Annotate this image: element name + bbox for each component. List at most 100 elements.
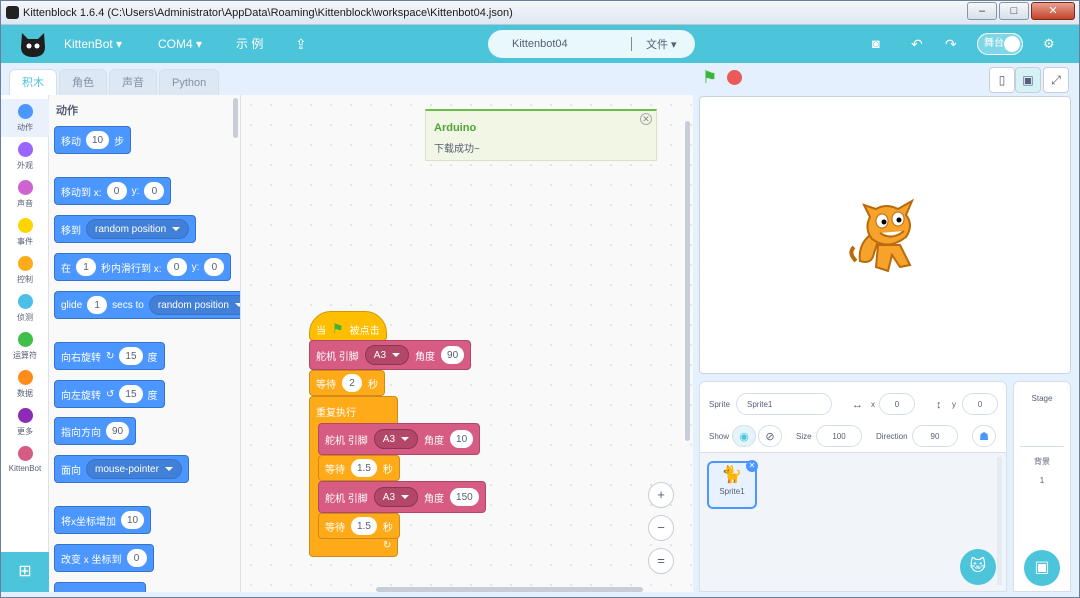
point-towards-block[interactable]: 面向 mouse-pointer <box>54 455 189 483</box>
x-input[interactable]: 0 <box>879 393 915 415</box>
category-4[interactable]: 事件 <box>1 213 49 251</box>
tab-costumes[interactable]: 角色 <box>59 69 107 95</box>
block-input[interactable]: 15 <box>119 385 143 403</box>
turn-left-block[interactable]: 向左旋转 ↺ 15 度 <box>54 380 165 408</box>
hide-visible-icon[interactable]: ⊘ <box>758 425 782 447</box>
category-2[interactable]: 外观 <box>1 137 49 175</box>
delete-sprite-icon[interactable]: ✕ <box>746 460 758 472</box>
goto-xy-block[interactable]: 移动到 x: 0 y: 0 <box>54 177 172 205</box>
category-1[interactable]: 动作 <box>1 99 49 137</box>
stage-toggle[interactable]: 舞台 <box>977 33 1023 55</box>
tab-blocks[interactable]: 积木 <box>9 69 57 95</box>
workspace-vertical-scrollbar[interactable] <box>685 121 690 441</box>
category-5[interactable]: 控制 <box>1 251 49 289</box>
upload-icon[interactable]: ⇪ <box>295 25 307 63</box>
normal-stage-button[interactable]: ▣ <box>1015 67 1041 93</box>
close-button[interactable]: ✕ <box>1031 2 1075 20</box>
block-input[interactable]: 10 <box>86 131 110 149</box>
wait-block[interactable]: 等待 1.5 秒 <box>318 455 400 481</box>
small-stage-button[interactable]: ▯ <box>989 67 1015 93</box>
block-input[interactable]: 0 <box>144 182 165 200</box>
servo-block[interactable]: 舵机 引脚 A3 角度 150 <box>318 481 486 513</box>
examples-menu[interactable]: 示 例 <box>236 25 263 63</box>
angle-input[interactable]: 90 <box>441 346 465 364</box>
camera-icon[interactable]: ◙ <box>872 25 880 63</box>
angle-input[interactable]: 150 <box>450 488 479 506</box>
seconds-input[interactable]: 1.5 <box>351 459 377 477</box>
block-input[interactable]: 90 <box>106 422 130 440</box>
partial-block[interactable] <box>54 582 146 592</box>
category-3[interactable]: 声音 <box>1 175 49 213</box>
add-sprite-button[interactable]: 🐱 <box>960 549 996 585</box>
servo-block[interactable]: 舵机 引脚 A3 角度 90 <box>309 340 472 370</box>
block-input[interactable]: 0 <box>126 549 147 567</box>
sprite-list-scrollbar[interactable] <box>997 457 1002 585</box>
workspace-horizontal-scrollbar[interactable] <box>376 587 643 592</box>
add-backdrop-button[interactable]: ▣ <box>1024 550 1060 586</box>
block-dropdown[interactable]: mouse-pointer <box>86 459 182 479</box>
direction-input[interactable]: 90 <box>912 425 958 447</box>
project-name-field[interactable]: Kittenbot04 <box>512 38 631 50</box>
block-input[interactable]: 0 <box>106 182 127 200</box>
robot-icon[interactable]: ☗ <box>972 425 996 447</box>
glide-to-block[interactable]: glide 1 secs to random position <box>54 291 240 319</box>
add-extension-button[interactable]: ⊞ <box>1 552 49 592</box>
redo-icon[interactable]: ↷ <box>945 25 957 63</box>
block-input[interactable]: 10 <box>121 511 145 529</box>
block-input[interactable]: 0 <box>166 258 187 276</box>
y-input[interactable]: 0 <box>962 393 998 415</box>
wait-block[interactable]: 等待 1.5 秒 <box>318 513 400 539</box>
block-dropdown[interactable]: random position <box>86 219 190 239</box>
maximize-button[interactable]: □ <box>999 2 1029 20</box>
show-visible-icon[interactable]: ◉ <box>732 425 756 447</box>
tab-python[interactable]: Python <box>159 69 220 95</box>
category-10[interactable]: KittenBot <box>1 441 49 479</box>
port-menu[interactable]: COM4 ▾ <box>158 25 202 63</box>
size-input[interactable]: 100 <box>816 425 862 447</box>
zoom-reset-button[interactable]: = <box>648 548 674 574</box>
point-direction-block[interactable]: 指向方向 90 <box>54 417 137 445</box>
stage-canvas[interactable] <box>699 96 1071 374</box>
cat-sprite[interactable] <box>848 195 924 275</box>
stop-icon[interactable] <box>727 70 742 85</box>
category-8[interactable]: 数据 <box>1 365 49 403</box>
block-input[interactable]: 0 <box>204 258 225 276</box>
servo-block[interactable]: 舵机 引脚 A3 角度 10 <box>318 423 481 455</box>
set-x-block[interactable]: 改变 x 坐标到 0 <box>54 544 154 572</box>
settings-gear-icon[interactable]: ⚙ <box>1043 25 1055 63</box>
zoom-out-button[interactable]: − <box>648 515 674 541</box>
pin-dropdown[interactable]: A3 <box>373 487 419 507</box>
category-6[interactable]: 侦测 <box>1 289 49 327</box>
angle-input[interactable]: 10 <box>450 430 474 448</box>
block-input[interactable]: 15 <box>119 347 143 365</box>
category-7[interactable]: 运算符 <box>1 327 49 365</box>
pin-dropdown[interactable]: A3 <box>373 429 419 449</box>
seconds-input[interactable]: 1.5 <box>351 517 377 535</box>
pin-dropdown[interactable]: A3 <box>364 345 410 365</box>
green-flag-icon[interactable]: ⚑ <box>702 68 717 88</box>
category-9[interactable]: 更多 <box>1 403 49 441</box>
fullscreen-button[interactable]: ⤢ <box>1043 67 1069 93</box>
file-menu[interactable]: 文件 ▾ <box>646 36 677 52</box>
glide-xy-block[interactable]: 在 1 秒内滑行到 x: 0 y: 0 <box>54 253 232 281</box>
seconds-input[interactable]: 2 <box>342 374 362 392</box>
undo-icon[interactable]: ↶ <box>911 25 923 63</box>
minimize-button[interactable]: – <box>967 2 997 20</box>
stage-target-pane[interactable]: Stage 背景 1 ▣ <box>1013 381 1071 592</box>
move-steps-block[interactable]: 移动 10 步 <box>54 126 132 154</box>
sprite-thumbnail[interactable]: 🐈 Sprite1 ✕ <box>707 460 758 509</box>
zoom-in-button[interactable]: + <box>648 482 674 508</box>
block-dropdown[interactable]: random position <box>148 295 240 315</box>
wait-block[interactable]: 等待 2 秒 <box>309 370 385 396</box>
sprite-name-input[interactable]: Sprite1 <box>736 393 832 415</box>
change-x-block[interactable]: 将x坐标增加 10 <box>54 506 152 534</box>
board-menu[interactable]: KittenBot ▾ <box>64 25 122 63</box>
when-flag-clicked-block[interactable]: 当 ⚑ 被点击 <box>309 311 387 341</box>
palette-scrollbar[interactable] <box>233 98 238 138</box>
turn-right-block[interactable]: 向右旋转 ↻ 15 度 <box>54 342 165 370</box>
goto-block[interactable]: 移到 random position <box>54 215 197 243</box>
tab-sounds[interactable]: 声音 <box>109 69 157 95</box>
block-input[interactable]: 1 <box>87 296 108 314</box>
close-notification-icon[interactable]: ✕ <box>640 113 652 125</box>
block-input[interactable]: 1 <box>76 258 96 276</box>
